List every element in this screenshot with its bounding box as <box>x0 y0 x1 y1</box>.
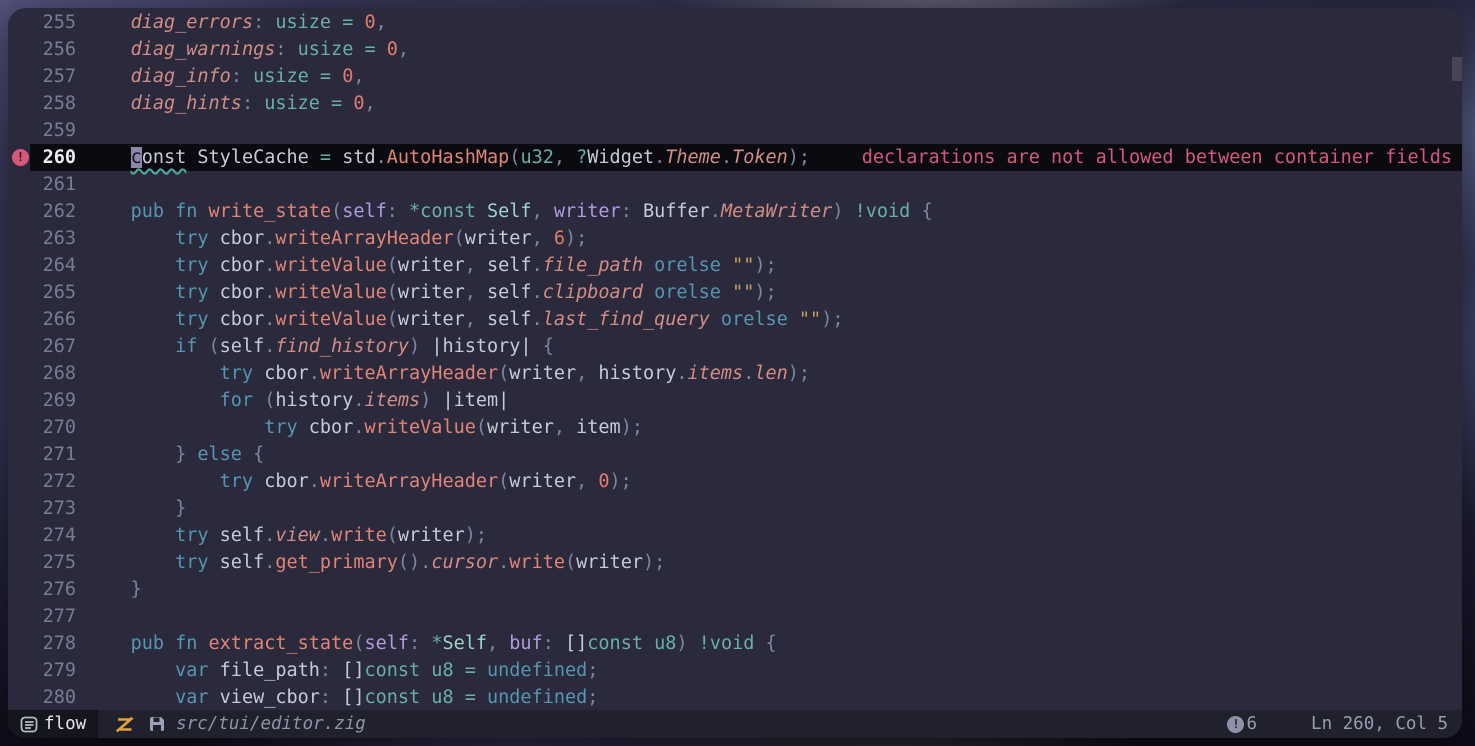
code-line[interactable]: 275 try self.get_primary().cursor.write(… <box>8 549 1462 576</box>
code-text: } <box>86 576 142 603</box>
error-count-icon <box>1227 716 1244 733</box>
code-line[interactable]: 277 <box>8 603 1462 630</box>
code-line[interactable]: 278 pub fn extract_state(self: *Self, bu… <box>8 630 1462 657</box>
code-line[interactable]: 279 var file_path: []const u8 = undefine… <box>8 657 1462 684</box>
line-number[interactable]: 279 <box>30 657 76 684</box>
code-text: try cbor.writeArrayHeader(writer, 6); <box>86 225 587 252</box>
code-line[interactable]: 268 try cbor.writeArrayHeader(writer, hi… <box>8 360 1462 387</box>
code-text: } else { <box>86 441 264 468</box>
code-text: pub fn extract_state(self: *Self, buf: [… <box>86 630 777 657</box>
diagnostics-indicator[interactable]: 6 <box>1227 714 1257 734</box>
flow-logo-icon <box>20 715 39 734</box>
code-line[interactable]: 270 try cbor.writeValue(writer, item); <box>8 414 1462 441</box>
code-line[interactable]: 267 if (self.find_history) |history| { <box>8 333 1462 360</box>
line-number[interactable]: 274 <box>30 522 76 549</box>
line-number[interactable]: 268 <box>30 360 76 387</box>
line-number[interactable]: 265 <box>30 279 76 306</box>
error-icon <box>12 149 29 166</box>
cursor-position[interactable]: Ln 260, Col 5 <box>1311 714 1448 734</box>
line-number[interactable]: 267 <box>30 333 76 360</box>
line-number[interactable]: 260 <box>30 144 76 171</box>
code-line[interactable]: 257 diag_info: usize = 0, <box>8 63 1462 90</box>
line-number[interactable]: 255 <box>30 9 76 36</box>
code-text: diag_hints: usize = 0, <box>86 90 376 117</box>
code-text: pub fn write_state(self: *const Self, wr… <box>86 198 933 225</box>
code-line[interactable]: 261 <box>8 171 1462 198</box>
scrollbar-thumb[interactable] <box>1452 57 1462 81</box>
code-line[interactable]: 264 try cbor.writeValue(writer, self.fil… <box>8 252 1462 279</box>
code-line[interactable]: 276 } <box>8 576 1462 603</box>
code-text: var view_cbor: []const u8 = undefined; <box>86 684 598 711</box>
line-number[interactable]: 278 <box>30 630 76 657</box>
code-text: diag_errors: usize = 0, <box>86 9 387 36</box>
code-line[interactable]: 258 diag_hints: usize = 0, <box>8 90 1462 117</box>
line-number[interactable]: 272 <box>30 468 76 495</box>
code-line[interactable]: 266 try cbor.writeValue(writer, self.las… <box>8 306 1462 333</box>
code-text: try self.get_primary().cursor.write(writ… <box>86 549 665 576</box>
code-text: diag_info: usize = 0, <box>86 63 364 90</box>
diagnostic-message: declarations are not allowed between con… <box>862 144 1462 171</box>
code-line[interactable]: 274 try self.view.write(writer); <box>8 522 1462 549</box>
code-line[interactable]: 273 } <box>8 495 1462 522</box>
line-number[interactable]: 266 <box>30 306 76 333</box>
line-number[interactable]: 275 <box>30 549 76 576</box>
save-icon[interactable] <box>148 715 166 733</box>
line-number[interactable]: 273 <box>30 495 76 522</box>
editor-window: 255 diag_errors: usize = 0,256 diag_warn… <box>8 8 1462 738</box>
code-line[interactable]: 263 try cbor.writeArrayHeader(writer, 6)… <box>8 225 1462 252</box>
code-text: diag_warnings: usize = 0, <box>86 36 409 63</box>
app-name-label: flow <box>44 714 86 734</box>
code-text: var file_path: []const u8 = undefined; <box>86 657 598 684</box>
code-line[interactable]: 272 try cbor.writeArrayHeader(writer, 0)… <box>8 468 1462 495</box>
code-text: try cbor.writeValue(writer, item); <box>86 414 643 441</box>
code-text: try cbor.writeValue(writer, self.file_pa… <box>86 252 777 279</box>
app-menu-button[interactable]: flow <box>8 710 98 738</box>
line-number[interactable]: 257 <box>30 63 76 90</box>
line-number[interactable]: 276 <box>30 576 76 603</box>
line-number[interactable]: 261 <box>30 171 76 198</box>
line-number[interactable]: 270 <box>30 414 76 441</box>
code-text: const StyleCache = std.AutoHashMap(u32, … <box>86 144 810 171</box>
code-text: if (self.find_history) |history| { <box>86 333 554 360</box>
code-area[interactable]: 255 diag_errors: usize = 0,256 diag_warn… <box>8 8 1462 711</box>
code-text: try self.view.write(writer); <box>86 522 487 549</box>
line-number[interactable]: 271 <box>30 441 76 468</box>
code-text: try cbor.writeArrayHeader(writer, histor… <box>86 360 810 387</box>
code-text: try cbor.writeValue(writer, self.clipboa… <box>86 279 777 306</box>
code-line[interactable]: 265 try cbor.writeValue(writer, self.cli… <box>8 279 1462 306</box>
code-line[interactable]: 256 diag_warnings: usize = 0, <box>8 36 1462 63</box>
code-text: try cbor.writeValue(writer, self.last_fi… <box>86 306 843 333</box>
code-line[interactable]: 262 pub fn write_state(self: *const Self… <box>8 198 1462 225</box>
code-line[interactable]: 280 var view_cbor: []const u8 = undefine… <box>8 684 1462 711</box>
line-number[interactable]: 277 <box>30 603 76 630</box>
line-number[interactable]: 263 <box>30 225 76 252</box>
code-text: for (history.items) |item| <box>86 387 509 414</box>
error-count: 6 <box>1246 714 1257 734</box>
code-line[interactable]: 259 <box>8 117 1462 144</box>
code-line[interactable]: 271 } else { <box>8 441 1462 468</box>
code-line[interactable]: 269 for (history.items) |item| <box>8 387 1462 414</box>
line-number[interactable]: 269 <box>30 387 76 414</box>
code-line[interactable]: 260 const StyleCache = std.AutoHashMap(u… <box>8 144 1462 171</box>
line-number[interactable]: 264 <box>30 252 76 279</box>
line-number[interactable]: 258 <box>30 90 76 117</box>
code-line[interactable]: 255 diag_errors: usize = 0, <box>8 9 1462 36</box>
line-number[interactable]: 262 <box>30 198 76 225</box>
code-text: } <box>86 495 186 522</box>
zig-lsp-disabled-icon[interactable] <box>114 715 135 734</box>
code-text: try cbor.writeArrayHeader(writer, 0); <box>86 468 632 495</box>
file-path[interactable]: src/tui/editor.zig <box>176 714 366 734</box>
line-number[interactable]: 280 <box>30 684 76 711</box>
status-bar: flow src/tui/editor.zig 6 Ln 260, Col 5 <box>8 710 1462 738</box>
status-bar-right: 6 Ln 260, Col 5 <box>1227 714 1462 734</box>
line-number[interactable]: 256 <box>30 36 76 63</box>
line-number[interactable]: 259 <box>30 117 76 144</box>
